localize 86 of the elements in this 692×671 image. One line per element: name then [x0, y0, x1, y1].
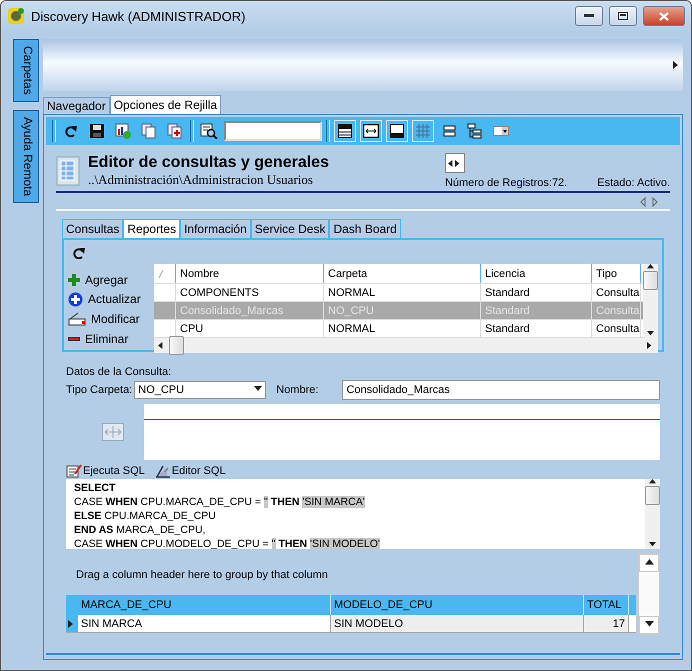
notepad-icon — [66, 464, 82, 478]
folder-type-dropdown[interactable]: NO_CPU — [134, 381, 266, 399]
side-tab[interactable]: Ayuda Remota — [13, 110, 39, 203]
sql-editor[interactable]: SELECT CASE WHEN CPU.MARCA_DE_CPU = '' THEN 'SIN MARCA' ELSE CPU.MARCA_DE_CPU END AS MARCA_DE_CPU, CASE WHEN CPU.MODELO_DE_CPU = '' THEN 'SIN MODELO' — [66, 479, 660, 549]
sql-line: SELECT — [74, 481, 116, 495]
table-cell: NO_CPU — [324, 302, 481, 319]
action-link[interactable]: Actualizar — [88, 292, 141, 306]
name-field[interactable]: Consolidado_Marcas — [342, 380, 660, 400]
refresh-icon[interactable] — [72, 246, 86, 259]
document-icon — [56, 156, 80, 186]
sql-line: CASE WHEN CPU.MARCA_DE_CPU = '' THEN 'SIN MARCA' — [74, 495, 366, 509]
vertical-scrollbar[interactable] — [645, 479, 660, 549]
table-cell: NORMAL — [324, 320, 481, 337]
tab[interactable]: Consultas — [62, 219, 124, 238]
table-cell: COMPONENTS — [176, 284, 324, 301]
vertical-caret-icon — [644, 558, 654, 568]
column-header[interactable]: Nombre — [176, 264, 324, 283]
footer-layout-icon[interactable] — [386, 120, 408, 142]
sql-line: END AS MARCA_DE_CPU, — [74, 523, 206, 537]
edit-icon — [68, 312, 86, 326]
field-label: Tipo Carpeta: — [66, 384, 132, 396]
column-header[interactable]: Carpeta — [324, 264, 481, 283]
action-link[interactable]: Eliminar — [85, 332, 128, 346]
search-field[interactable] — [224, 121, 322, 141]
table-cell: Consulta — [592, 302, 641, 319]
table-cell: Standard — [481, 284, 592, 301]
horizontal-caret-icon — [158, 342, 165, 349]
ruler-icon — [154, 464, 171, 478]
plus-circle-icon — [68, 292, 83, 307]
horizontal-caret-icon — [647, 342, 654, 349]
tab[interactable]: Información — [180, 219, 251, 238]
table-cell: Standard — [481, 302, 592, 319]
column-header[interactable]: Tipo — [592, 264, 641, 283]
table-row[interactable]: COMPONENTS NORMAL Standard Consulta — [154, 284, 643, 302]
description-field[interactable] — [144, 404, 660, 460]
table-cell: NORMAL — [324, 284, 481, 301]
action-link[interactable]: Agregar — [85, 272, 128, 287]
minimize-button[interactable] — [575, 6, 603, 26]
vertical-scrollbar[interactable] — [643, 264, 658, 338]
header-layout-icon[interactable] — [334, 120, 356, 142]
scrollbar-thumb[interactable] — [643, 271, 658, 290]
field-label: Nombre: — [276, 384, 318, 396]
table-cell: SIN MODELO — [331, 615, 584, 632]
grid-icon[interactable] — [412, 120, 434, 142]
window-title: Discovery Hawk (ADMINISTRADOR) — [31, 8, 247, 24]
toolbar-button[interactable]: Editor SQL — [154, 464, 226, 478]
tab[interactable]: Dash Board — [329, 219, 401, 238]
close-button[interactable] — [643, 6, 685, 26]
record-count: Número de Registros:72. — [444, 177, 568, 189]
tab[interactable]: Opciones de Rejilla — [110, 95, 222, 114]
sort-icon — [158, 270, 164, 278]
scrollbar-thumb[interactable] — [169, 336, 184, 355]
scroll-arrows-icon[interactable] — [640, 197, 658, 207]
tab[interactable]: Reportes — [123, 219, 180, 238]
vertical-caret-icon — [644, 620, 654, 630]
section-label: Datos de la Consulta: — [66, 366, 172, 378]
breadcrumb-path: ..\Administración\Administracion Usuarios — [88, 172, 314, 188]
page-title: Editor de consultas y generales — [88, 154, 329, 172]
table-cell: Standard — [481, 320, 592, 337]
sql-line: CASE WHEN CPU.MODELO_DE_CPU = '' THEN 'SIN MODELO' — [74, 537, 381, 549]
column-header[interactable]: Licencia — [481, 264, 592, 283]
vertical-caret-icon — [649, 542, 656, 549]
minimize-icon — [584, 14, 594, 18]
tab[interactable]: Service Desk — [250, 219, 330, 238]
group-by-hint: Drag a column header here to group by that column — [75, 568, 329, 583]
tab[interactable]: Navegador — [43, 97, 110, 114]
fit-width-icon[interactable] — [360, 120, 382, 142]
toolbar-button[interactable]: Ejecuta SQL — [66, 464, 145, 478]
table-cell: Consulta — [592, 284, 641, 301]
table-cell: Consolidado_Marcas — [176, 302, 324, 319]
table-row[interactable]: CPU NORMAL Standard Consulta — [154, 320, 643, 338]
side-tab[interactable]: Carpetas — [13, 39, 39, 102]
table-cell: 17 — [584, 615, 629, 632]
scroll-arrows-button[interactable] — [444, 153, 465, 173]
scrollbar-thumb[interactable] — [645, 486, 660, 505]
action-link[interactable]: Modificar — [91, 312, 140, 326]
horizontal-scrollbar[interactable] — [154, 338, 658, 353]
maximize-button[interactable] — [609, 6, 637, 26]
table-cell: Consulta — [592, 320, 641, 337]
sql-line: ELSE CPU.MARCA_DE_CPU — [74, 509, 217, 523]
plus-icon — [68, 274, 80, 286]
status-text: Estado: Activo. — [597, 177, 670, 189]
app-logo-icon — [7, 7, 25, 25]
close-icon — [659, 12, 669, 20]
maximize-icon — [618, 12, 628, 20]
vertical-scrollbar[interactable] — [638, 553, 660, 635]
